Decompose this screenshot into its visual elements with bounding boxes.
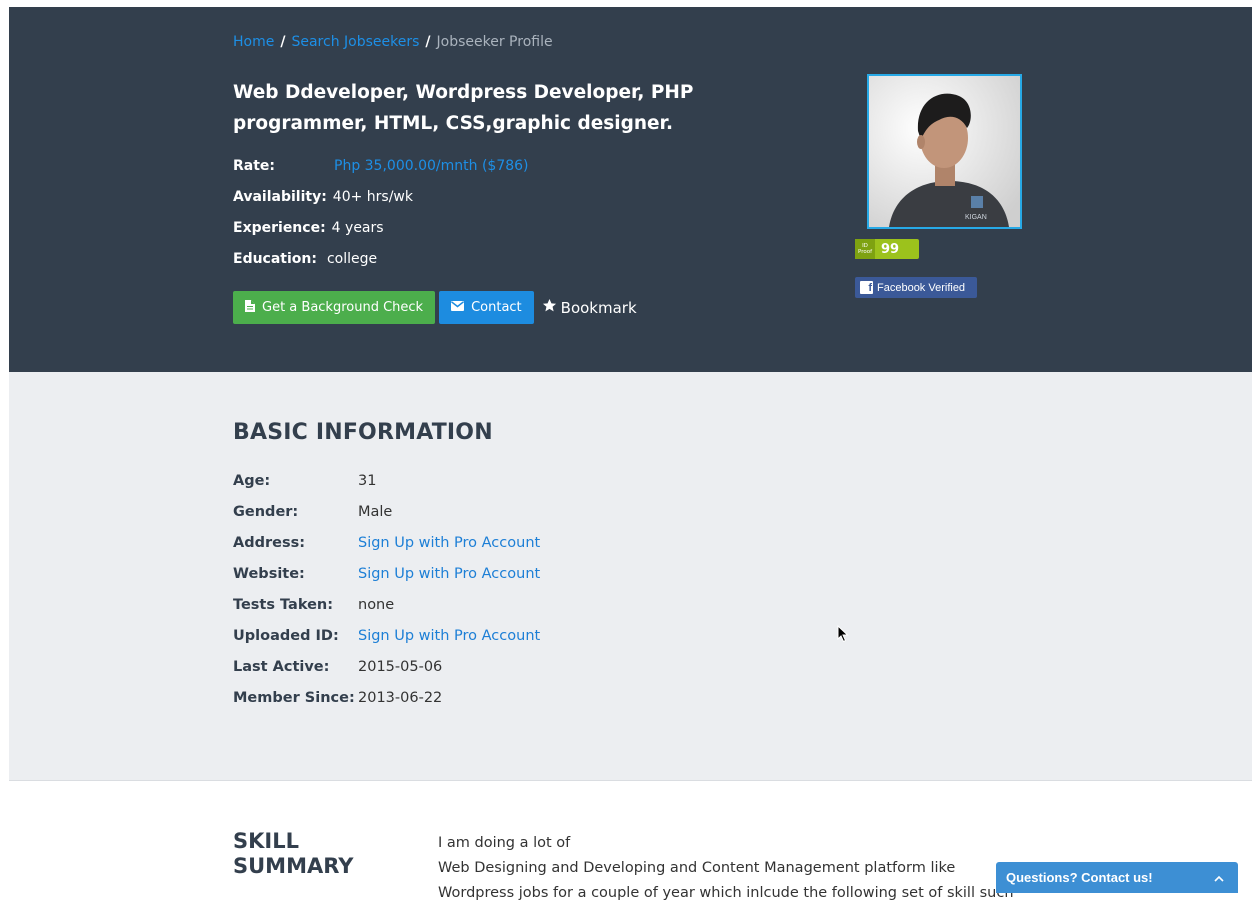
summary-label: Rate: bbox=[233, 158, 276, 174]
info-row-last-active: Last Active: 2015-05-06 bbox=[233, 652, 540, 683]
info-label: Age: bbox=[233, 473, 271, 489]
info-label: Tests Taken: bbox=[233, 597, 334, 613]
summary-rate: Rate: Php 35,000.00/mnth ($786) bbox=[233, 151, 529, 182]
id-proof-badge: ID Proof 99 bbox=[855, 239, 919, 259]
info-label: Gender: bbox=[233, 504, 299, 520]
breadcrumb-current: Jobseeker Profile bbox=[436, 34, 553, 50]
info-value: 2013-06-22 bbox=[358, 690, 443, 706]
chat-widget-button[interactable]: Questions? Contact us! bbox=[996, 862, 1238, 893]
id-proof-label-bottom: Proof bbox=[857, 249, 873, 255]
page-title: Web Ddeveloper, Wordpress Developer, PHP… bbox=[233, 82, 694, 134]
facebook-verified-badge: f Facebook Verified bbox=[855, 277, 977, 298]
summary-availability: Availability: 40+ hrs/wk bbox=[233, 182, 529, 213]
summary-education: Education: college bbox=[233, 244, 529, 275]
summary-label: Experience: bbox=[233, 220, 326, 236]
info-label: Website: bbox=[233, 566, 305, 582]
info-row-uploaded-id: Uploaded ID: Sign Up with Pro Account bbox=[233, 621, 540, 652]
skill-summary-title-line: SKILL bbox=[233, 829, 299, 853]
breadcrumb-separator: / bbox=[425, 34, 431, 50]
contact-label: Contact bbox=[471, 300, 522, 315]
summary-value: college bbox=[326, 251, 378, 267]
info-row-member-since: Member Since: 2013-06-22 bbox=[233, 683, 540, 714]
info-row-gender: Gender: Male bbox=[233, 497, 540, 528]
summary-label: Availability: bbox=[233, 189, 327, 205]
background-check-button[interactable]: Get a Background Check bbox=[233, 291, 436, 324]
basic-information-section: BASIC INFORMATION Age: 31 Gender: Male Add… bbox=[9, 372, 1252, 781]
background-check-label: Get a Background Check bbox=[262, 300, 424, 315]
facebook-icon: f bbox=[860, 281, 873, 294]
skill-summary-title: SKILL SUMMARY bbox=[233, 829, 353, 879]
id-proof-icon: ID Proof bbox=[855, 239, 875, 259]
summary-value: 40+ hrs/wk bbox=[332, 189, 413, 205]
bookmark-button[interactable]: Bookmark bbox=[542, 298, 637, 317]
website-signup-link[interactable]: Sign Up with Pro Account bbox=[358, 566, 540, 582]
document-icon bbox=[245, 299, 255, 316]
summary-value: Php 35,000.00/mnth ($786) bbox=[334, 158, 529, 174]
contact-button[interactable]: Contact bbox=[439, 291, 534, 324]
info-row-website: Website: Sign Up with Pro Account bbox=[233, 559, 540, 590]
breadcrumb-separator: / bbox=[280, 34, 286, 50]
basic-information-title: BASIC INFORMATION bbox=[233, 420, 493, 445]
avatar: KIGAN bbox=[867, 74, 1022, 229]
info-value: none bbox=[358, 597, 395, 613]
summary-value: 4 years bbox=[331, 220, 384, 236]
info-row-tests-taken: Tests Taken: none bbox=[233, 590, 540, 621]
skill-summary-line: I am doing a lot of bbox=[438, 835, 571, 851]
basic-information-table: Age: 31 Gender: Male Address: Sign Up with … bbox=[233, 466, 540, 714]
envelope-icon bbox=[451, 300, 465, 315]
info-label: Member Since: bbox=[233, 690, 355, 706]
skill-summary-line: Web Designing and Developing and Content… bbox=[438, 860, 956, 876]
info-label: Uploaded ID: bbox=[233, 628, 339, 644]
star-icon bbox=[542, 298, 557, 317]
skill-summary-line: Wordpress jobs for a couple of year whic… bbox=[438, 885, 1014, 901]
mouse-cursor-icon bbox=[837, 624, 849, 647]
profile-header: Home / Search Jobseekers / Jobseeker Profile… bbox=[9, 7, 1252, 372]
chat-widget-label: Questions? Contact us! bbox=[1006, 870, 1153, 885]
skill-summary-title-line: SUMMARY bbox=[233, 854, 354, 878]
info-value: Male bbox=[358, 504, 393, 520]
info-value: 31 bbox=[358, 473, 377, 489]
chevron-up-icon bbox=[1214, 870, 1224, 885]
info-value: 2015-05-06 bbox=[358, 659, 443, 675]
profile-summary: Rate: Php 35,000.00/mnth ($786) Availabil… bbox=[233, 151, 529, 275]
summary-experience: Experience: 4 years bbox=[233, 213, 529, 244]
info-label: Last Active: bbox=[233, 659, 330, 675]
breadcrumb-home[interactable]: Home bbox=[233, 34, 274, 50]
info-row-address: Address: Sign Up with Pro Account bbox=[233, 528, 540, 559]
breadcrumb-search-jobseekers[interactable]: Search Jobseekers bbox=[291, 34, 419, 50]
id-proof-score: 99 bbox=[881, 241, 900, 257]
info-row-age: Age: 31 bbox=[233, 466, 540, 497]
info-label: Address: bbox=[233, 535, 306, 551]
profile-actions: Get a Background Check Contact Bookmark bbox=[233, 291, 637, 324]
skill-summary-text: I am doing a lot of Web Designing and De… bbox=[438, 831, 1038, 906]
svg-text:KIGAN: KIGAN bbox=[965, 214, 987, 221]
bookmark-label: Bookmark bbox=[560, 298, 637, 317]
facebook-verified-label: Facebook Verified bbox=[877, 281, 966, 294]
summary-label: Education: bbox=[233, 251, 317, 267]
uploaded-id-signup-link[interactable]: Sign Up with Pro Account bbox=[358, 628, 540, 644]
breadcrumb: Home / Search Jobseekers / Jobseeker Profile bbox=[233, 34, 553, 50]
address-signup-link[interactable]: Sign Up with Pro Account bbox=[358, 535, 540, 551]
